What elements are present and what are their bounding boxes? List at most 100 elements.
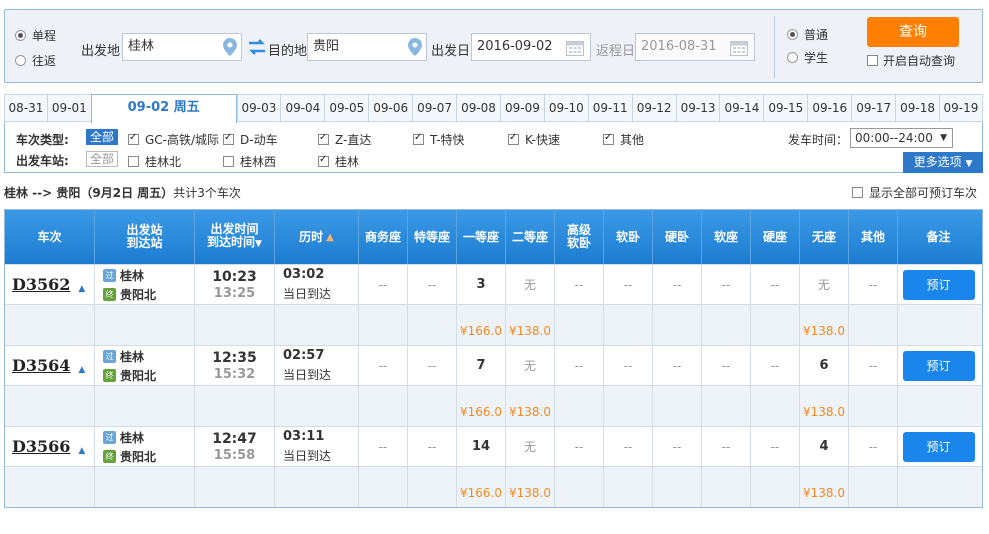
return-date-field[interactable]: 2016-08-31 <box>635 33 755 61</box>
train-number-cell: D3562 ▲ <box>5 265 95 304</box>
arrive-time: 15:58 <box>213 447 256 463</box>
type-k-checkbox[interactable]: K-快速 <box>508 131 560 148</box>
location-pin-icon <box>408 38 422 56</box>
header-other: 其他 <box>849 210 898 264</box>
swap-icon[interactable] <box>247 38 267 56</box>
note-cell: 预订 <box>898 265 979 304</box>
train-number-link[interactable]: D3562 <box>12 275 70 294</box>
seat-availability-cell: -- <box>604 346 653 385</box>
date-tab[interactable]: 09-01 <box>46 94 91 122</box>
date-tab[interactable]: 09-05 <box>324 94 369 122</box>
header-soft-sleeper: 软卧 <box>604 210 653 264</box>
type-z-checkbox[interactable]: Z-直达 <box>318 131 371 148</box>
date-tab[interactable]: 09-06 <box>368 94 413 122</box>
stops-toggle-icon[interactable]: ▲ <box>78 365 85 375</box>
passenger-student-radio[interactable]: 学生 <box>787 49 828 66</box>
header-duration[interactable]: 历时 ▲ <box>275 210 359 264</box>
from-station: 桂林 <box>120 349 145 364</box>
stops-toggle-icon[interactable]: ▲ <box>78 284 85 294</box>
terminal-badge-icon: 终 <box>103 287 116 301</box>
price-spacer <box>5 305 95 345</box>
seat-price-cell: ¥138.0 <box>800 386 849 426</box>
depart-date-label: 出发日 <box>431 44 471 59</box>
train-number-link[interactable]: D3566 <box>12 437 70 456</box>
depart-date-field[interactable]: 2016-09-02 <box>471 33 591 61</box>
book-button[interactable]: 预订 <box>902 269 975 300</box>
type-t-checkbox[interactable]: T-特快 <box>413 131 465 148</box>
depart-date-value: 2016-09-02 <box>477 39 553 54</box>
filter-panel: 车次类型: 全部 GC-高铁/城际 D-动车 Z-直达 T-特快 K-快速 其他… <box>4 122 983 173</box>
to-field[interactable]: 贵阳 <box>307 33 427 61</box>
date-tab[interactable]: 09-04 <box>280 94 325 122</box>
from-label: 出发地 <box>81 44 121 59</box>
more-options-button[interactable]: 更多选项 ▼ <box>903 152 983 173</box>
station-guilinbei-checkbox[interactable]: 桂林北 <box>128 153 181 170</box>
date-tab[interactable]: 09-08 <box>456 94 500 122</box>
seat-price-cell <box>359 386 408 426</box>
train-row: D3564 ▲ 过桂林终贵阳北 12:35 15:32 02:57 当日到达 -- -- 7 无 --… <box>5 345 982 385</box>
header-stations[interactable]: 出发站 到达站 <box>95 210 195 264</box>
type-gc-checkbox[interactable]: GC-高铁/城际 <box>128 131 219 148</box>
seat-price-cell <box>702 467 751 507</box>
auto-query-checkbox[interactable]: 开启自动查询 <box>867 52 955 69</box>
seat-price-cell <box>751 305 800 345</box>
duration: 03:02 <box>283 267 325 282</box>
pass-through-badge-icon: 过 <box>103 430 116 444</box>
trip-oneway-radio[interactable]: 单程 <box>15 27 56 44</box>
date-tab[interactable]: 09-14 <box>719 94 764 122</box>
trip-roundtrip-radio[interactable]: 往返 <box>15 52 56 69</box>
depart-time-select[interactable]: 00:00--24:00 ▼ <box>850 128 953 148</box>
header-soft-seat: 软座 <box>702 210 751 264</box>
seat-price-cell <box>751 467 800 507</box>
header-times[interactable]: 出发时间 到达时间▼ <box>195 210 275 264</box>
header-train: 车次 <box>5 210 95 264</box>
date-tab[interactable]: 09-18 <box>895 94 940 122</box>
duration-cell: 03:02 当日到达 <box>275 265 359 304</box>
seat-availability-cell: -- <box>408 346 457 385</box>
seat-availability-cell: -- <box>653 427 702 466</box>
date-tab[interactable]: 09-16 <box>807 94 852 122</box>
date-tab[interactable]: 09-07 <box>412 94 457 122</box>
depart-time-label: 发车时间： <box>788 133 849 147</box>
train-type-all-button[interactable]: 全部 <box>86 129 119 145</box>
date-tab[interactable]: 09-19 <box>939 94 983 122</box>
station-guilinxi-checkbox[interactable]: 桂林西 <box>223 153 276 170</box>
seat-price-cell <box>604 467 653 507</box>
seat-availability-cell: -- <box>359 427 408 466</box>
station-guilin-checkbox[interactable]: 桂林 <box>318 153 359 170</box>
train-count: 共计3个车次 <box>173 186 241 200</box>
passenger-normal-radio[interactable]: 普通 <box>787 26 828 43</box>
date-tab[interactable]: 08-31 <box>4 94 47 122</box>
date-tab[interactable]: 09-12 <box>631 94 676 122</box>
stops-toggle-icon[interactable]: ▲ <box>78 446 85 456</box>
type-other-checkbox[interactable]: 其他 <box>603 131 644 148</box>
show-all-bookable-checkbox[interactable]: 显示全部可预订车次 <box>852 184 977 201</box>
date-tab[interactable]: 09-15 <box>763 94 808 122</box>
pass-through-badge-icon: 过 <box>103 268 116 282</box>
book-button[interactable]: 预订 <box>902 431 975 462</box>
date-tab[interactable]: 09-17 <box>851 94 896 122</box>
header-note: 备注 <box>926 229 951 244</box>
stations-cell: 过桂林终贵阳北 <box>95 427 195 466</box>
price-row: ¥166.0 ¥138.0 ¥138.0 <box>5 304 982 345</box>
date-tab[interactable]: 09-13 <box>675 94 720 122</box>
radio-dot <box>15 55 26 66</box>
price-spacer <box>275 467 359 507</box>
date-tab[interactable]: 09-10 <box>543 94 588 122</box>
book-button[interactable]: 预订 <box>902 350 975 381</box>
seat-price-cell <box>653 305 702 345</box>
seat-availability-cell: -- <box>604 265 653 304</box>
date-tab[interactable]: 09-09 <box>499 94 544 122</box>
date-tab[interactable]: 09-02 周五 <box>90 94 237 124</box>
price-spacer <box>95 305 195 345</box>
header-no-seat: 无座 <box>800 210 849 264</box>
station-all-button[interactable]: 全部 <box>86 151 119 167</box>
train-number-link[interactable]: D3564 <box>12 356 70 375</box>
from-field[interactable]: 桂林 <box>122 33 242 61</box>
seat-price-cell <box>702 305 751 345</box>
stations-cell: 过桂林终贵阳北 <box>95 346 195 385</box>
date-tab[interactable]: 09-03 <box>236 94 281 122</box>
date-tab[interactable]: 09-11 <box>587 94 632 122</box>
query-button[interactable]: 查询 <box>867 17 959 47</box>
type-d-checkbox[interactable]: D-动车 <box>223 131 278 148</box>
